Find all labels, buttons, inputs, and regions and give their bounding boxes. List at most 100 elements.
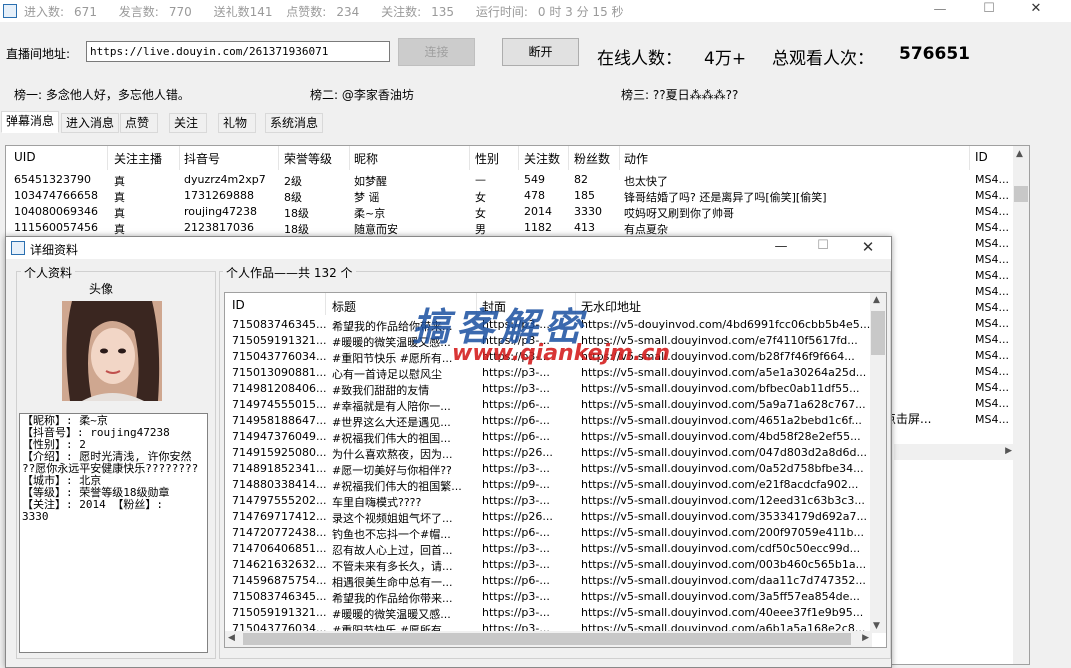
disconnect-button[interactable]: 断开 [502,38,579,66]
url-input[interactable] [86,41,390,62]
grid-scroll-thumb[interactable] [1014,186,1028,202]
detail-maximize-icon[interactable]: ☐ [808,238,838,253]
works-cell: 为什么喜欢熬夜，因为... [332,448,453,461]
profile-group-label: 个人资料 [21,264,76,281]
profile-info[interactable]: 【昵称】: 柔~京 【抖音号】: roujing47238 【性别】: 2 【介… [19,413,208,653]
works-cell: https://p6-... [482,526,550,539]
detail-minimize-icon[interactable]: — [766,239,796,254]
works-row[interactable]: 714974555015... #幸福就是有人陪你一... https://p6-.… [225,397,873,413]
works-cell: #暖暖的微笑温暖又感... [332,608,451,621]
works-row[interactable]: 714769717412... 录这个视频姐姐气坏了... https://p26.… [225,509,873,525]
table-row[interactable]: 104080069346 真 roujing47238 18级 柔~京 女 2014 3330… [6,204,1016,220]
works-cell: 714947376049... [232,430,327,443]
works-hscrollbar[interactable]: ◀ ▶ [225,631,872,647]
col-follow-host[interactable]: 关注主播 [114,150,162,167]
follow-count-label: 关注数: [381,5,422,19]
works-col-title[interactable]: 标题 [332,298,356,315]
id-cell: MS4... [975,253,1009,266]
col-follows[interactable]: 关注数 [524,150,560,167]
table-cell: 413 [574,221,595,234]
works-row[interactable]: 715059191321... #暖暖的微笑温暖又感... https://p3-.… [225,605,873,621]
gift-count: 送礼数141 [213,5,273,19]
works-cell: 714981208406... [232,382,327,395]
works-row[interactable]: 714981208406... #致我们甜甜的友情 https://p3-... ht… [225,381,873,397]
minimize-icon[interactable]: — [925,2,955,17]
detail-titlebar: 详细资料 — ☐ ✕ [6,237,891,259]
works-row[interactable]: 714880338414... #祝福我们伟大的祖国繁... https://p9-… [225,477,873,493]
works-cell: 715013090881... [232,366,327,379]
works-cell: https://p6-... [482,574,550,587]
col-gender[interactable]: 性别 [475,150,499,167]
tab-like[interactable]: 点赞 [120,113,158,133]
tab-enter[interactable]: 进入消息 [61,113,119,133]
works-scroll-down-icon[interactable]: ▼ [873,621,880,631]
table-cell: 104080069346 [14,205,98,218]
tab-danmu[interactable]: 弹幕消息 [1,111,59,133]
works-cell: #祝福我们伟大的祖国繁... [332,480,462,493]
works-col-id[interactable]: ID [232,298,245,312]
tab-follow[interactable]: 关注 [169,113,207,133]
avatar-label: 头像 [89,282,114,296]
works-row[interactable]: 714720772438... 钓鱼也不忘抖一个#帽... https://p6-.… [225,525,873,541]
works-row[interactable]: 714706406851... 忍有故人心上过，回首... https://p3-.… [225,541,873,557]
table-cell: 真 [114,223,125,236]
table-row[interactable]: 103474766658 真 1731269888 8级 梦 谣 女 478 185 锋哥结婚了… [6,188,1016,204]
table-row[interactable]: 111560057456 真 2123817036 18级 随意而安 男 1182 413 有点… [6,220,1016,236]
works-hscroll-thumb[interactable] [243,633,851,645]
works-row[interactable]: 715013090881... 心有一首诗足以慰风尘 https://p3-... h… [225,365,873,381]
works-scroll-left-icon[interactable]: ◀ [228,633,235,643]
table-cell: 82 [574,173,588,186]
tab-system[interactable]: 系统消息 [265,113,323,133]
like-count: 234 [336,5,360,19]
works-col-url[interactable]: 无水印地址 [581,298,641,315]
col-fans[interactable]: 粉丝数 [574,150,610,167]
works-cell: https://p3-... [482,494,550,507]
works-scroll-thumb[interactable] [871,311,885,355]
stats-bar: 进入数: 671 发言数: 770 送礼数141 点赞数: 234 关注数: 135 运… [24,3,634,20]
table-cell: 随意而安 [354,223,398,236]
works-cell: https://v5-small.douyinvod.com/047d803d2… [581,446,867,459]
table-cell: MS4... [975,221,1009,234]
works-cell: 忍有故人心上过，回首... [332,544,453,557]
works-scroll-up-icon[interactable]: ▲ [873,295,880,305]
works-row[interactable]: 714915925080... 为什么喜欢熬夜，因为... https://p26.… [225,445,873,461]
scroll-right-icon[interactable]: ▶ [1005,446,1012,456]
close-icon[interactable]: ✕ [1021,1,1051,16]
tab-gift[interactable]: 礼物 [218,113,256,133]
works-scroll-right-icon[interactable]: ▶ [862,633,869,643]
table-cell: 18级 [284,223,309,236]
table-row[interactable]: 65451323790 真 dyuzrz4m2xp7 2级 如梦醒 — 549 82 也太快了 M… [6,172,1016,188]
scroll-up-icon[interactable]: ▲ [1016,149,1023,159]
works-row[interactable]: 714596875754... 相遇很美生命中总有一... https://p6-.… [225,573,873,589]
works-row[interactable]: 714621632632... 不管未来有多长久，请... https://p3-.… [225,557,873,573]
works-scrollbar[interactable]: ▲ ▼ [870,293,886,633]
table-cell: 真 [114,207,125,220]
id-cell: MS4... [975,269,1009,282]
col-nickname[interactable]: 昵称 [354,150,378,167]
col-uid[interactable]: UID [14,150,36,164]
table-cell: 1182 [524,221,552,234]
rank-one: 榜一: 多念他人好，多忘他人错。 [14,88,190,102]
works-cell: 715083746345... [232,590,327,603]
works-row[interactable]: 714958188647... #世界这么大还是遇见... https://p6-.… [225,413,873,429]
works-row[interactable]: 714891852341... #愿一切美好与你相伴?? https://p3-..… [225,461,873,477]
url-label: 直播间地址: [6,47,71,61]
id-cell: MS4... [975,365,1009,378]
works-row[interactable]: 714797555202... 车里自嗨模式???? https://p3-... h… [225,493,873,509]
works-row[interactable]: 714947376049... #祝福我们伟大的祖国... https://p6-.… [225,429,873,445]
works-cell: https://p3-... [482,558,550,571]
table-cell: 111560057456 [14,221,98,234]
col-id[interactable]: ID [975,150,988,164]
table-cell: 549 [524,173,545,186]
connect-button[interactable]: 连接 [398,38,475,66]
maximize-icon[interactable]: ☐ [974,1,1004,16]
works-group-label: 个人作品——共 132 个 [223,264,356,281]
col-douyin-id[interactable]: 抖音号 [184,150,220,167]
works-cell: https://v5-small.douyinvod.com/5a9a71a62… [581,398,866,411]
grid-scrollbar[interactable]: ▲ [1013,146,1029,664]
grid-hscrollbar[interactable]: ▶ [894,444,1016,460]
col-level[interactable]: 荣誉等级 [284,150,332,167]
col-action[interactable]: 动作 [624,150,648,167]
works-row[interactable]: 715083746345... 希望我的作品给你带来... https://p3-.… [225,589,873,605]
detail-close-icon[interactable]: ✕ [853,238,883,256]
